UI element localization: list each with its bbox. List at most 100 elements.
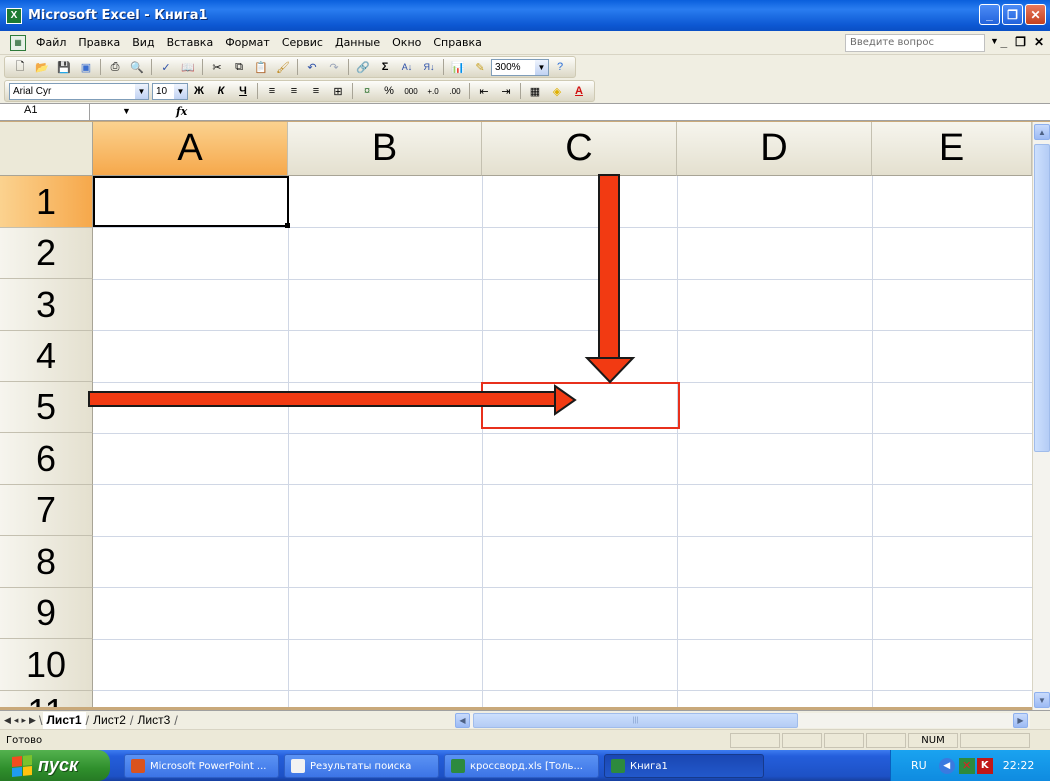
- percent-icon[interactable]: %: [380, 82, 398, 100]
- increase-indent-icon[interactable]: ⇥: [497, 82, 515, 100]
- chevron-down-icon[interactable]: ▼: [535, 59, 548, 75]
- horizontal-scroll-thumb[interactable]: |||: [473, 713, 798, 728]
- start-button[interactable]: пуск: [0, 750, 110, 781]
- network-icon[interactable]: ✕: [958, 757, 975, 774]
- row-header-4[interactable]: 4: [0, 331, 93, 382]
- scroll-left-icon[interactable]: ◀: [455, 713, 470, 728]
- hyperlink-icon[interactable]: 🔗: [354, 58, 372, 76]
- document-icon[interactable]: ▦: [10, 34, 26, 51]
- font-size-select[interactable]: 10 ▼: [152, 82, 188, 100]
- minimize-button[interactable]: _: [979, 4, 1000, 25]
- sort-ascending-icon[interactable]: A↓: [398, 58, 416, 76]
- tray-expand-icon[interactable]: ◀: [938, 757, 955, 774]
- antivirus-icon[interactable]: K: [976, 757, 993, 774]
- menu-view[interactable]: Вид: [126, 36, 160, 49]
- vertical-scrollbar[interactable]: ▲ ▼: [1032, 122, 1050, 710]
- thousands-icon[interactable]: 000: [402, 82, 420, 100]
- taskbar-button-powerpoint[interactable]: Microsoft PowerPoint ...: [124, 754, 279, 778]
- permission-icon[interactable]: ▣: [77, 58, 95, 76]
- decrease-indent-icon[interactable]: ⇤: [475, 82, 493, 100]
- select-all-corner[interactable]: [0, 122, 93, 176]
- undo-icon[interactable]: ↶: [303, 58, 321, 76]
- chevron-down-icon[interactable]: ▼: [174, 83, 187, 99]
- name-box[interactable]: A1: [0, 104, 90, 120]
- sort-descending-icon[interactable]: Я↓: [420, 58, 438, 76]
- save-icon[interactable]: 💾: [55, 58, 73, 76]
- paste-icon[interactable]: 📋: [252, 58, 270, 76]
- taskbar-button-crossword[interactable]: кроссворд.xls [Толь...: [444, 754, 599, 778]
- tab-sheet2[interactable]: Лист2: [89, 712, 130, 729]
- fill-color-icon[interactable]: ◈: [548, 82, 566, 100]
- scroll-right-icon[interactable]: ▶: [1013, 713, 1028, 728]
- chevron-down-icon[interactable]: ▼: [122, 106, 131, 116]
- row-header-7[interactable]: 7: [0, 485, 93, 536]
- help-search-input[interactable]: Введите вопрос: [845, 34, 985, 52]
- menu-window[interactable]: Окно: [386, 36, 427, 49]
- menu-file[interactable]: Файл: [30, 36, 72, 49]
- menu-tools[interactable]: Сервис: [276, 36, 329, 49]
- align-center-icon[interactable]: ≡: [285, 82, 303, 100]
- research-icon[interactable]: 📖: [179, 58, 197, 76]
- scroll-down-icon[interactable]: ▼: [1034, 692, 1050, 708]
- print-icon[interactable]: ⎙: [106, 58, 124, 76]
- menu-data[interactable]: Данные: [329, 36, 386, 49]
- font-select[interactable]: Arial Cyr ▼: [9, 82, 149, 100]
- doc-close-button[interactable]: ✕: [1034, 35, 1044, 49]
- horizontal-scrollbar[interactable]: ◀ ||| ▶: [455, 713, 1030, 728]
- row-header-9[interactable]: 9: [0, 588, 93, 639]
- language-indicator[interactable]: RU: [911, 759, 927, 772]
- row-header-8[interactable]: 8: [0, 536, 93, 588]
- format-painter-icon[interactable]: 🖌: [274, 58, 292, 76]
- row-header-11[interactable]: 11: [0, 691, 93, 707]
- menu-insert[interactable]: Вставка: [161, 36, 220, 49]
- open-folder-icon[interactable]: 📂: [33, 58, 51, 76]
- column-header-e[interactable]: E: [872, 122, 1032, 176]
- column-header-d[interactable]: D: [677, 122, 872, 176]
- chevron-down-icon[interactable]: ▼: [990, 36, 999, 46]
- row-header-10[interactable]: 10: [0, 639, 93, 691]
- tab-sheet1[interactable]: Лист1: [42, 711, 86, 729]
- menu-help[interactable]: Справка: [427, 36, 487, 49]
- redo-icon[interactable]: ↷: [325, 58, 343, 76]
- column-header-b[interactable]: B: [288, 122, 482, 176]
- help-icon[interactable]: ?: [551, 58, 569, 76]
- active-cell-a1[interactable]: [93, 176, 289, 227]
- row-header-5[interactable]: 5: [0, 382, 93, 433]
- row-header-1[interactable]: 1: [0, 176, 93, 228]
- font-color-icon[interactable]: A: [570, 82, 588, 100]
- increase-decimal-icon[interactable]: +.0: [424, 82, 442, 100]
- merge-center-icon[interactable]: ⊞: [329, 82, 347, 100]
- autosum-icon[interactable]: Σ: [376, 58, 394, 76]
- copy-icon[interactable]: ⧉: [230, 58, 248, 76]
- italic-icon[interactable]: К: [212, 82, 230, 100]
- doc-minimize-button[interactable]: _: [1000, 35, 1007, 49]
- drawing-icon[interactable]: ✎: [471, 58, 489, 76]
- chevron-down-icon[interactable]: ▼: [135, 83, 148, 99]
- maximize-button[interactable]: ❐: [1002, 4, 1023, 25]
- doc-restore-button[interactable]: ❐: [1015, 35, 1026, 49]
- taskbar-button-search-results[interactable]: Результаты поиска: [284, 754, 439, 778]
- close-button[interactable]: ✕: [1025, 4, 1046, 25]
- scroll-up-icon[interactable]: ▲: [1034, 124, 1050, 140]
- decrease-decimal-icon[interactable]: .00: [446, 82, 464, 100]
- currency-icon[interactable]: ¤: [358, 82, 376, 100]
- menu-format[interactable]: Формат: [219, 36, 276, 49]
- column-header-c[interactable]: C: [482, 122, 677, 176]
- underline-icon[interactable]: Ч: [234, 82, 252, 100]
- row-header-2[interactable]: 2: [0, 228, 93, 279]
- new-file-icon[interactable]: 🗋: [11, 58, 29, 76]
- worksheet-grid[interactable]: A B C D E 1 2 3 4 5 6 7 8 9 10 11: [0, 122, 1032, 707]
- align-right-icon[interactable]: ≡: [307, 82, 325, 100]
- tab-sheet3[interactable]: Лист3: [134, 712, 175, 729]
- excel-icon[interactable]: X: [6, 7, 22, 24]
- fill-handle[interactable]: [285, 223, 290, 228]
- align-left-icon[interactable]: ≡: [263, 82, 281, 100]
- row-header-3[interactable]: 3: [0, 279, 93, 331]
- cut-icon[interactable]: ✂: [208, 58, 226, 76]
- vertical-scroll-thumb[interactable]: [1034, 144, 1050, 452]
- row-header-6[interactable]: 6: [0, 433, 93, 485]
- tab-navigation-icons[interactable]: ◀◂▸▶: [4, 715, 39, 726]
- column-header-a[interactable]: A: [93, 122, 288, 176]
- chart-wizard-icon[interactable]: 📊: [449, 58, 467, 76]
- zoom-select[interactable]: 300% ▼: [491, 58, 549, 76]
